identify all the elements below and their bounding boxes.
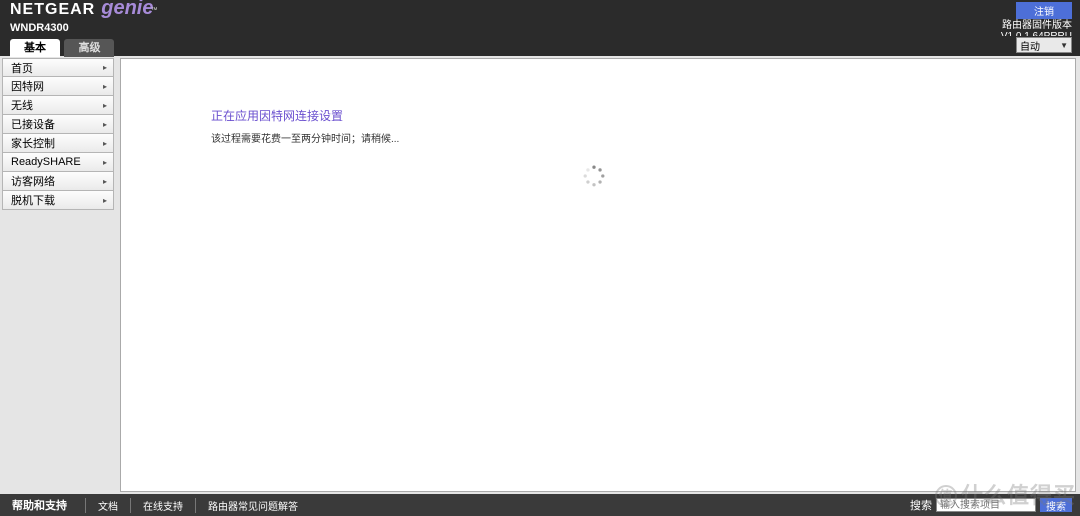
- applying-text: 该过程需要花费一至两分钟时间；请稍候...: [211, 130, 1075, 145]
- sidebar-item-label: 脱机下载: [11, 192, 55, 208]
- sidebar: 首页 ▸ 因特网 ▸ 无线 ▸ 已接设备 ▸ 家长控制 ▸ ReadySHARE…: [0, 56, 116, 494]
- brand-tm: ™: [150, 7, 157, 14]
- sidebar-item-home[interactable]: 首页 ▸: [2, 58, 114, 77]
- sidebar-item-label: 家长控制: [11, 135, 55, 151]
- tab-basic[interactable]: 基本: [10, 39, 60, 57]
- sidebar-item-label: 首页: [11, 60, 33, 76]
- chevron-right-icon: ▸: [103, 139, 107, 148]
- sidebar-item-label: 访客网络: [11, 173, 55, 189]
- chevron-right-icon: ▸: [103, 82, 107, 91]
- search-label: 搜索: [910, 497, 932, 513]
- chevron-down-icon: ▼: [1060, 41, 1068, 50]
- loading-spinner-icon: [583, 165, 605, 187]
- applying-title: 正在应用因特网连接设置: [211, 107, 1075, 124]
- logout-button[interactable]: 注销: [1016, 2, 1072, 19]
- footer-link-support[interactable]: 在线支持: [130, 498, 195, 513]
- footer: 帮助和支持 文档 在线支持 路由器常见问题解答 搜索 搜索: [0, 494, 1080, 516]
- footer-title: 帮助和支持: [12, 497, 67, 513]
- chevron-right-icon: ▸: [103, 101, 107, 110]
- search-button[interactable]: 搜索: [1040, 498, 1072, 512]
- model-number: WNDR4300: [10, 22, 69, 34]
- sidebar-item-guest[interactable]: 访客网络 ▸: [2, 172, 114, 191]
- search-input[interactable]: [936, 498, 1036, 512]
- firmware-label: 路由器固件版本: [1002, 20, 1072, 31]
- footer-link-faq[interactable]: 路由器常见问题解答: [195, 498, 310, 513]
- sidebar-item-internet[interactable]: 因特网 ▸: [2, 77, 114, 96]
- brand-genie: genie: [101, 0, 153, 19]
- sidebar-item-label: ReadySHARE: [11, 156, 81, 168]
- main-area: 首页 ▸ 因特网 ▸ 无线 ▸ 已接设备 ▸ 家长控制 ▸ ReadySHARE…: [0, 56, 1080, 494]
- sidebar-item-label: 已接设备: [11, 116, 55, 132]
- sidebar-item-label: 因特网: [11, 78, 44, 94]
- chevron-right-icon: ▸: [103, 120, 107, 129]
- brand-block: NETGEAR genie™: [10, 2, 160, 21]
- content-panel: 正在应用因特网连接设置 该过程需要花费一至两分钟时间；请稍候...: [120, 58, 1076, 492]
- sidebar-item-parental[interactable]: 家长控制 ▸: [2, 134, 114, 153]
- language-select[interactable]: 自动 ▼: [1016, 37, 1072, 53]
- chevron-right-icon: ▸: [103, 63, 107, 72]
- sidebar-item-wireless[interactable]: 无线 ▸: [2, 96, 114, 115]
- footer-link-docs[interactable]: 文档: [85, 498, 130, 513]
- brand-netgear: NETGEAR: [10, 2, 95, 18]
- header: NETGEAR genie™ WNDR4300 注销 路由器固件版本 V1.0.…: [0, 0, 1080, 36]
- tab-advanced[interactable]: 高级: [64, 39, 114, 57]
- chevron-right-icon: ▸: [103, 196, 107, 205]
- sidebar-item-attached[interactable]: 已接设备 ▸: [2, 115, 114, 134]
- sidebar-item-readyshare[interactable]: ReadySHARE ▸: [2, 153, 114, 172]
- chevron-right-icon: ▸: [103, 177, 107, 186]
- tab-row: 基本 高级 自动 ▼: [0, 36, 1080, 56]
- sidebar-item-label: 无线: [11, 97, 33, 113]
- chevron-right-icon: ▸: [103, 158, 107, 167]
- sidebar-item-download[interactable]: 脱机下载 ▸: [2, 191, 114, 210]
- language-selected: 自动: [1020, 38, 1040, 53]
